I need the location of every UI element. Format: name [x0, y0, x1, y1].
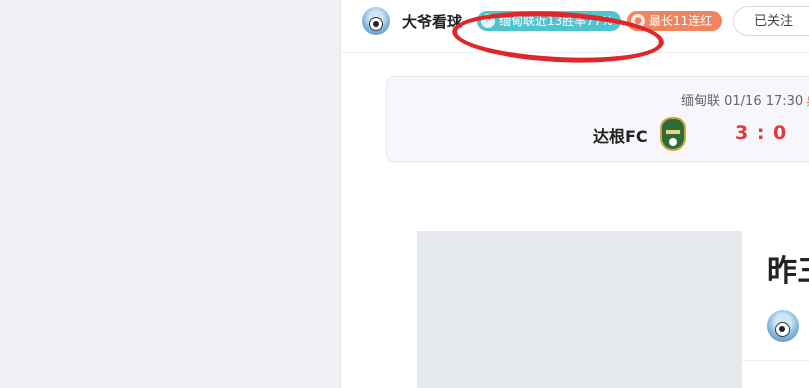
soccer-ball-icon	[369, 17, 383, 31]
match-meta: 缅甸联 01/16 17:30桌	[681, 90, 809, 109]
article-author-avatar[interactable]	[767, 310, 799, 342]
match-score: 3 : 0	[735, 122, 788, 144]
league-time: 缅甸联 01/16 17:30	[681, 94, 804, 109]
match-card[interactable]: 缅甸联 01/16 17:30桌 达根FC 3 : 0	[386, 76, 809, 162]
follow-button[interactable]: 已关注	[733, 6, 809, 36]
team-logo-icon	[660, 117, 686, 151]
author-avatar[interactable]	[362, 7, 390, 35]
article-thumbnail[interactable]	[417, 231, 742, 388]
soccer-ball-icon	[775, 322, 790, 337]
divider	[742, 360, 809, 361]
streak-badge-label: 最长11连红	[649, 14, 713, 28]
article-title[interactable]: 昨三	[767, 246, 809, 290]
home-team-name: 达根FC	[593, 127, 648, 146]
left-gutter	[0, 0, 341, 388]
